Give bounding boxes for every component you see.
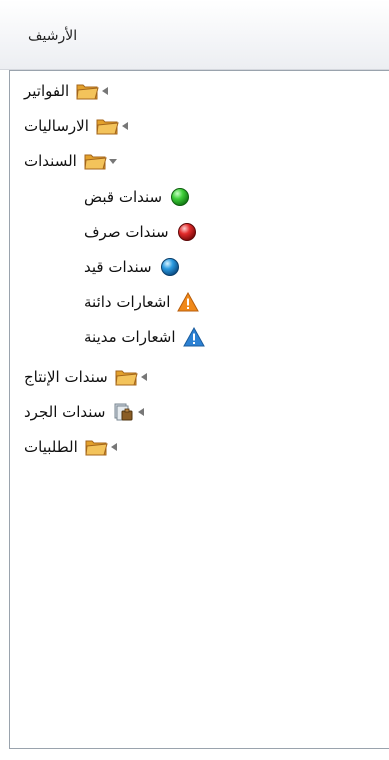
archive-tree: الفواتير الارساليات السندات سندات قبض سن… — [9, 70, 389, 749]
collapsed-triangle-icon[interactable] — [108, 433, 120, 461]
collapsed-triangle-icon[interactable] — [119, 112, 131, 140]
tree-item-label: الفواتير — [24, 82, 70, 100]
tree-item-label: سندات صرف — [84, 223, 169, 241]
tree-item-journal-vouchers[interactable]: سندات قيد — [84, 253, 182, 281]
warning-blue-icon — [182, 325, 206, 349]
folder-icon — [95, 114, 119, 138]
red-sphere-icon — [175, 220, 199, 244]
tree-item-invoices[interactable]: الفواتير — [24, 77, 111, 105]
inventory-document-icon — [111, 400, 135, 424]
folder-icon — [83, 149, 107, 173]
tree-item-label: سندات الإنتاج — [24, 368, 108, 386]
panel-title: الأرشيف — [28, 28, 78, 44]
tree-item-orders[interactable]: الطلبيات — [24, 433, 120, 461]
expanded-triangle-icon[interactable] — [107, 147, 119, 175]
blue-sphere-icon — [158, 255, 182, 279]
collapsed-triangle-icon[interactable] — [138, 363, 150, 391]
tree-item-label: سندات قيد — [84, 258, 152, 276]
tree-item-receipt-vouchers[interactable]: سندات قبض — [84, 183, 192, 211]
tree-item-label: الارساليات — [24, 117, 89, 135]
tree-item-label: الطلبيات — [24, 438, 78, 456]
tree-item-credit-notes[interactable]: اشعارات دائنة — [84, 288, 200, 316]
warning-orange-icon — [176, 290, 200, 314]
tree-item-production-vouchers[interactable]: سندات الإنتاج — [24, 363, 150, 391]
folder-icon — [75, 79, 99, 103]
tree-item-label: سندات قبض — [84, 188, 163, 206]
tree-item-label: اشعارات مدينة — [84, 328, 176, 346]
collapsed-triangle-icon[interactable] — [135, 398, 147, 426]
tree-item-debit-notes[interactable]: اشعارات مدينة — [84, 323, 206, 351]
tree-item-label: سندات الجرد — [24, 403, 106, 421]
panel-header: الأرشيف — [0, 0, 389, 70]
collapsed-triangle-icon[interactable] — [99, 77, 111, 105]
archive-panel: الأرشيف الفواتير الارساليات السندات سندا… — [0, 0, 389, 760]
tree-item-shipments[interactable]: الارساليات — [24, 112, 131, 140]
tree-item-label: السندات — [24, 152, 77, 170]
tree-item-payment-vouchers[interactable]: سندات صرف — [84, 218, 199, 246]
tree-item-vouchers[interactable]: السندات — [24, 147, 119, 175]
tree-item-inventory-vouchers[interactable]: سندات الجرد — [24, 398, 147, 426]
tree-item-label: اشعارات دائنة — [84, 293, 171, 311]
green-sphere-icon — [168, 185, 192, 209]
folder-icon — [114, 365, 138, 389]
folder-icon — [84, 435, 108, 459]
